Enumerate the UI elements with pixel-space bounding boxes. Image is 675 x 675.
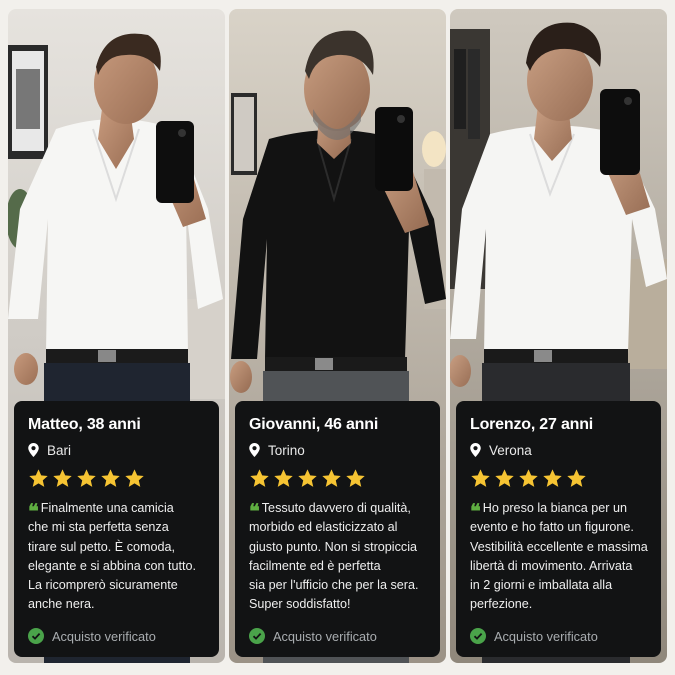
location-row: Bari (28, 440, 207, 460)
reviewer-city: Bari (47, 442, 72, 458)
star-icon (543, 468, 562, 487)
review-card-1: Matteo, 38 anni Bari ❝ Finalmente una cam… (14, 401, 219, 657)
reviewer-name: Lorenzo, 27 anni (470, 416, 594, 433)
review-text: ❝ Finalmente una camicia che mi sta perfe… (28, 499, 207, 615)
review-line: tirare sul petto. È comoda, (28, 539, 175, 554)
review-card-3: Lorenzo, 27 anni Verona ❝ Ho preso la bia… (456, 401, 661, 657)
review-line: elegante e si abbina con tutto. (28, 558, 197, 573)
star-icon (567, 468, 586, 487)
review-line: perfezione. (470, 597, 533, 612)
testimonial-panel-2: Giovanni, 46 anni Torino ❝ Tessuto davver… (229, 9, 446, 663)
verified-label: Acquisto verificato (52, 628, 156, 644)
review-line: facilmente ed è perfetta (249, 558, 381, 573)
review-text: ❝ Tessuto davvero di qualità, morbido ed … (249, 499, 428, 615)
verified-purchase: Acquisto verificato (28, 628, 156, 644)
review-line: Super soddisfatto! (249, 597, 351, 612)
star-rating (28, 467, 207, 489)
review-line: La ricomprerò sicuramente (28, 578, 178, 593)
star-icon (298, 468, 317, 487)
check-circle-icon (28, 628, 44, 644)
quote-icon: ❝ (28, 499, 39, 523)
star-icon (495, 468, 514, 487)
star-icon (274, 468, 293, 487)
star-icon (346, 468, 365, 487)
reviewer-city: Verona (489, 442, 532, 458)
review-line: ❝ Tessuto davvero di qualità, (249, 499, 411, 523)
star-icon (77, 468, 96, 487)
star-icon (101, 468, 120, 487)
reviewer-name: Matteo, 38 anni (28, 416, 141, 433)
map-pin-icon (28, 443, 39, 457)
testimonial-panel-3: Lorenzo, 27 anni Verona ❝ Ho preso la bia… (450, 9, 667, 663)
review-line: Vestibilità eccellente e massima (470, 539, 648, 554)
star-icon (125, 468, 144, 487)
review-line: morbido ed elasticizzato al (249, 520, 398, 535)
review-line: ❝ Ho preso la bianca per un (470, 499, 627, 523)
star-icon (471, 468, 490, 487)
review-card-2: Giovanni, 46 anni Torino ❝ Tessuto davver… (235, 401, 440, 657)
location-row: Verona (470, 440, 649, 460)
star-icon (250, 468, 269, 487)
star-icon (29, 468, 48, 487)
verified-label: Acquisto verificato (494, 628, 598, 644)
verified-purchase: Acquisto verificato (249, 628, 377, 644)
reviewer-name: Giovanni, 46 anni (249, 416, 379, 433)
review-line: giusto punto. Non si stropiccia (249, 539, 418, 554)
review-line: sia per l'ufficio che per la sera. (249, 578, 419, 593)
star-rating (470, 467, 649, 489)
verified-label: Acquisto verificato (273, 628, 377, 644)
quote-icon: ❝ (249, 499, 260, 523)
map-pin-icon (470, 443, 481, 457)
check-circle-icon (249, 628, 265, 644)
star-icon (53, 468, 72, 487)
location-row: Torino (249, 440, 428, 460)
star-icon (322, 468, 341, 487)
review-line: evento e ho fatto un figurone. (470, 520, 634, 535)
reviewer-city: Torino (268, 442, 305, 458)
star-icon (519, 468, 538, 487)
check-circle-icon (470, 628, 486, 644)
review-line: ❝ Finalmente una camicia (28, 499, 174, 523)
review-line: anche nera. (28, 597, 95, 612)
review-line: libertà di movimento. Arrivata (470, 558, 633, 573)
review-line: che mi sta perfetta senza (28, 520, 169, 535)
review-text: ❝ Ho preso la bianca per un evento e ho f… (470, 499, 649, 615)
map-pin-icon (249, 443, 260, 457)
verified-purchase: Acquisto verificato (470, 628, 598, 644)
star-rating (249, 467, 428, 489)
testimonial-panel-1: Matteo, 38 anni Bari ❝ Finalmente una cam… (8, 9, 225, 663)
quote-icon: ❝ (470, 499, 481, 523)
review-line: in 2 giorni e imballata alla (470, 578, 613, 593)
